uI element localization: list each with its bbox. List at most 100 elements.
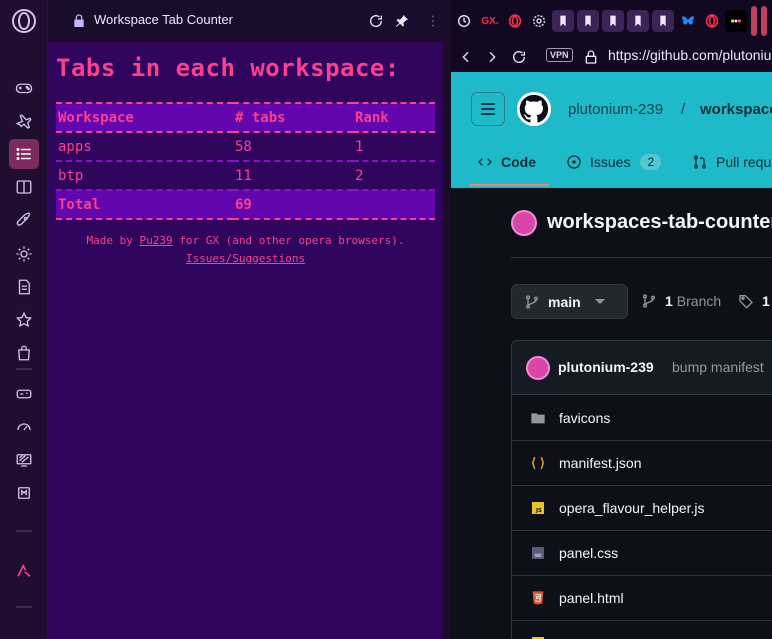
json-icon [531, 456, 545, 470]
panel-heading: Tabs in each workspace: [56, 54, 400, 82]
url-field[interactable]: https://github.com/plutoniu [608, 47, 771, 63]
column-header-rank: Rank [355, 109, 389, 126]
reload-icon[interactable] [367, 12, 385, 30]
pin-icon[interactable] [393, 12, 411, 30]
bookmark-icon[interactable] [552, 10, 574, 32]
controller-icon[interactable] [9, 379, 39, 409]
branches-link[interactable]: 1 Branch [641, 293, 721, 309]
commit-message[interactable]: bump manifest [672, 359, 764, 375]
address-bar: VPN https://github.com/plutoniu [451, 42, 772, 72]
dots-icon[interactable] [725, 10, 747, 32]
aria-icon[interactable] [9, 556, 39, 586]
notes-icon[interactable] [9, 272, 39, 302]
list-item[interactable]: JS opera_flavour_helper.js [512, 486, 772, 531]
tab-overflow-indicator[interactable] [751, 6, 757, 36]
path-separator: / [681, 101, 686, 118]
panel-resize-handle[interactable] [443, 0, 451, 639]
sun-icon[interactable] [9, 239, 39, 269]
table-row: apps 58 1 [56, 132, 435, 161]
folder-icon [531, 413, 545, 424]
table-row: btp 11 2 [56, 161, 435, 190]
lock-icon[interactable] [581, 47, 601, 67]
css-icon [532, 547, 544, 559]
panel-title: Workspace Tab Counter [94, 12, 233, 27]
bluesky-icon[interactable] [677, 10, 699, 32]
workspace-table: Workspace # tabs Rank apps 58 1 btp 11 2 [56, 102, 435, 220]
opera-logo-icon[interactable] [12, 9, 36, 33]
tab-pull-requests[interactable]: Pull requests [692, 154, 772, 170]
more-options-icon[interactable] [424, 12, 442, 30]
tab-issues-label: Issues [590, 154, 631, 170]
extension-panel: Workspace Tab Counter Tabs in each works… [48, 0, 443, 639]
active-tab-underline [469, 184, 549, 186]
repo-title[interactable]: workspaces-tab-counter [547, 211, 772, 234]
branch-label: Branch [676, 293, 722, 309]
tab-overflow-indicator[interactable] [761, 6, 767, 36]
star-icon[interactable] [9, 305, 39, 335]
file-name[interactable]: favicons [559, 410, 610, 426]
sidebar-separator [16, 606, 32, 608]
author-link[interactable]: Pu239 [140, 234, 173, 247]
tab-pull-requests-label: Pull requests [716, 154, 772, 170]
speedometer-icon[interactable] [9, 412, 39, 442]
vpn-badge[interactable]: VPN [546, 48, 573, 62]
panel-footer: Made by Pu239 for GX (and other opera br… [56, 232, 435, 268]
forward-icon[interactable] [482, 47, 502, 67]
rocket-icon[interactable] [9, 205, 39, 235]
list-item[interactable]: panel.css [512, 531, 772, 576]
clock-icon[interactable] [453, 10, 475, 32]
bookmark-icon[interactable] [577, 10, 599, 32]
issues-link[interactable]: Issues/Suggestions [186, 252, 305, 265]
tab-code[interactable]: Code [477, 154, 536, 170]
menu-button[interactable] [471, 92, 505, 126]
commit-author[interactable]: plutonium-239 [558, 359, 654, 375]
list-item[interactable]: favicons [512, 396, 772, 441]
book-icon[interactable] [9, 172, 39, 202]
divider [511, 257, 772, 258]
chip-icon[interactable] [9, 478, 39, 508]
gamepad-icon[interactable] [9, 73, 39, 103]
file-name[interactable]: manifest.json [559, 455, 641, 471]
list-item[interactable]: manifest.json [512, 441, 772, 486]
bookmark-icon[interactable] [602, 10, 624, 32]
rank: 2 [355, 167, 364, 184]
panel-content: Tabs in each workspace: Workspace # tabs… [56, 54, 435, 268]
tab-issues[interactable]: Issues 2 [566, 154, 662, 170]
github-logo-icon[interactable] [517, 92, 551, 126]
reload-icon[interactable] [509, 47, 529, 67]
branch-selector[interactable]: main [511, 284, 628, 319]
list-icon[interactable] [9, 139, 39, 169]
back-icon[interactable] [456, 47, 476, 67]
github-header: plutonium-239 / workspaces-tab-counter C… [451, 72, 772, 188]
gear-icon[interactable] [528, 10, 550, 32]
tags-link[interactable]: 1 [738, 293, 770, 309]
table-header-row: Workspace # tabs Rank [56, 103, 435, 132]
file-list: plutonium-239 bump manifest favicons man… [511, 340, 772, 639]
latest-commit-row: plutonium-239 bump manifest [512, 341, 772, 395]
opera-icon[interactable] [701, 10, 723, 32]
opera-icon[interactable] [504, 10, 526, 32]
tab-code-label: Code [501, 154, 536, 170]
branch-name: main [548, 293, 581, 310]
file-name[interactable]: opera_flavour_helper.js [559, 500, 705, 516]
bookmark-icon[interactable] [652, 10, 674, 32]
branch-count: 1 [665, 293, 673, 309]
list-item[interactable] [512, 621, 772, 639]
airplane-icon[interactable] [9, 107, 39, 137]
avatar[interactable] [526, 356, 550, 380]
bookmark-icon[interactable] [627, 10, 649, 32]
gx-corner-icon[interactable]: GX. [478, 10, 502, 32]
list-item[interactable]: panel.html [512, 576, 772, 621]
bag-icon[interactable] [9, 338, 39, 368]
monitor-icon[interactable] [9, 445, 39, 475]
repo-owner-link[interactable]: plutonium-239 [568, 101, 663, 118]
file-name[interactable]: panel.css [559, 545, 618, 561]
js-icon: JS [532, 502, 544, 514]
file-name[interactable]: panel.html [559, 590, 624, 606]
workspace-name: btp [58, 167, 84, 184]
made-by-suffix: for GX (and other opera browsers). [179, 234, 405, 247]
rank: 1 [355, 138, 364, 155]
repo-name-link[interactable]: workspaces-tab-counter [700, 101, 772, 118]
opera-sidebar [0, 0, 48, 639]
tag-count: 1 [762, 293, 770, 309]
